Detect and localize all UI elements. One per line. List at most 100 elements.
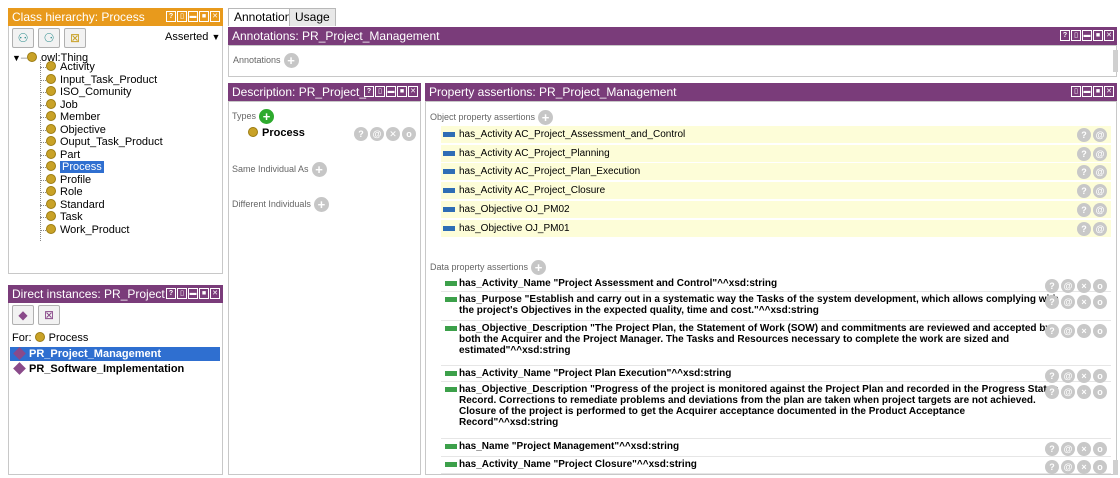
maximize-icon[interactable]: ■ bbox=[199, 11, 209, 22]
tree-item[interactable]: Process bbox=[46, 161, 104, 173]
annotate-icon[interactable]: @ bbox=[1061, 385, 1075, 399]
pin-icon[interactable]: ▯ bbox=[177, 11, 187, 22]
delete-icon[interactable]: × bbox=[1077, 279, 1091, 293]
help-icon[interactable]: ? bbox=[1077, 146, 1091, 161]
annotate-icon[interactable]: @ bbox=[1061, 442, 1075, 456]
delete-icon[interactable]: × bbox=[1077, 295, 1091, 309]
help-icon[interactable]: ? bbox=[1045, 460, 1059, 474]
data-property-row[interactable]: has_Activity_Name "Project Closure"^^xsd… bbox=[441, 458, 1111, 474]
asserted-dropdown[interactable]: Asserted ▼ bbox=[165, 31, 220, 43]
object-property-row[interactable]: has_Activity AC_Project_Assessment_and_C… bbox=[441, 126, 1111, 144]
help-icon[interactable]: ? bbox=[1045, 324, 1059, 338]
annotate-icon[interactable]: @ bbox=[1061, 295, 1075, 309]
annotate-icon[interactable]: @ bbox=[1093, 165, 1107, 180]
help-icon[interactable]: ? bbox=[166, 11, 176, 22]
tree-item[interactable]: Role bbox=[46, 186, 83, 198]
help-icon[interactable]: ? bbox=[1060, 30, 1070, 41]
pin-icon[interactable]: ▯ bbox=[177, 288, 187, 299]
delete-icon[interactable]: × bbox=[1077, 385, 1091, 399]
add-same-individual-button[interactable]: + bbox=[311, 162, 327, 177]
help-icon[interactable]: ? bbox=[1077, 221, 1091, 236]
data-property-row[interactable]: has_Activity_Name "Project Plan Executio… bbox=[441, 367, 1111, 383]
tree-item[interactable]: Activity bbox=[46, 61, 95, 73]
tree-item[interactable]: Work_Product bbox=[46, 223, 130, 236]
annotate-icon[interactable]: @ bbox=[1093, 128, 1107, 142]
edit-icon[interactable]: o bbox=[1093, 460, 1107, 474]
maximize-icon[interactable]: ■ bbox=[397, 86, 407, 97]
panel-controls[interactable]: ? ▯ ▬ ■ ✕ bbox=[1060, 30, 1114, 41]
split-icon[interactable]: ▬ bbox=[188, 288, 198, 299]
split-icon[interactable]: ▬ bbox=[188, 11, 198, 22]
instance-item[interactable]: PR_Software_Implementation bbox=[10, 362, 220, 376]
pin-icon[interactable]: ▯ bbox=[1071, 86, 1081, 97]
object-property-row[interactable]: has_Activity AC_Project_Closure? @ bbox=[441, 182, 1111, 201]
split-icon[interactable]: ▬ bbox=[1082, 86, 1092, 97]
add-sibling-button[interactable]: ⚆ bbox=[38, 28, 60, 48]
tree-item[interactable]: Part bbox=[46, 148, 80, 161]
help-icon[interactable]: ? bbox=[1045, 279, 1059, 293]
data-property-row[interactable]: has_Objective_Description "The Project P… bbox=[441, 322, 1111, 366]
collapse-icon[interactable]: ▼ bbox=[12, 53, 21, 63]
maximize-icon[interactable]: ■ bbox=[1093, 86, 1103, 97]
delete-icon[interactable]: × bbox=[1077, 442, 1091, 456]
delete-class-button[interactable]: ⊠ bbox=[64, 28, 86, 48]
annotate-icon[interactable]: @ bbox=[1061, 369, 1075, 383]
object-property-row[interactable]: has_Objective OJ_PM02? @ bbox=[441, 200, 1111, 219]
data-property-row[interactable]: has_Activity_Name "Project Assessment an… bbox=[441, 277, 1111, 293]
close-icon[interactable]: ✕ bbox=[408, 86, 418, 97]
help-icon[interactable]: ? bbox=[1045, 295, 1059, 309]
type-row[interactable]: Process ? @ ✕ o bbox=[248, 127, 418, 143]
scrollbar[interactable] bbox=[1113, 460, 1118, 475]
add-subclass-button[interactable]: ⚇ bbox=[12, 28, 34, 48]
help-icon[interactable]: ? bbox=[1045, 385, 1059, 399]
tree-item[interactable]: ISO_Comunity bbox=[46, 86, 132, 98]
pin-icon[interactable]: ▯ bbox=[375, 86, 385, 97]
annotate-icon[interactable]: @ bbox=[1093, 221, 1107, 236]
help-icon[interactable]: ? bbox=[1045, 442, 1059, 456]
annotate-icon[interactable]: @ bbox=[1093, 202, 1107, 217]
annotate-icon[interactable]: @ bbox=[370, 127, 384, 141]
panel-controls[interactable]: ▯ ▬ ■ ✕ bbox=[1071, 86, 1114, 97]
help-icon[interactable]: ? bbox=[1077, 184, 1091, 199]
help-icon[interactable]: ? bbox=[1077, 128, 1091, 142]
close-icon[interactable]: ✕ bbox=[210, 11, 220, 22]
data-property-row[interactable]: has_Name "Project Management"^^xsd:strin… bbox=[441, 440, 1111, 457]
object-property-row[interactable]: has_Objective OJ_PM01? @ bbox=[441, 219, 1111, 238]
panel-controls[interactable]: ? ▯ ▬ ■ ✕ bbox=[166, 11, 220, 22]
tree-item[interactable]: Task bbox=[46, 211, 83, 223]
add-different-individual-button[interactable]: + bbox=[313, 197, 329, 212]
split-icon[interactable]: ▬ bbox=[386, 86, 396, 97]
close-icon[interactable]: ✕ bbox=[1104, 86, 1114, 97]
tree-item[interactable]: Job bbox=[46, 98, 78, 111]
edit-icon[interactable]: o bbox=[1093, 369, 1107, 383]
close-icon[interactable]: ✕ bbox=[1104, 30, 1114, 41]
edit-icon[interactable]: o bbox=[402, 127, 416, 141]
tree-item[interactable]: Input_Task_Product bbox=[46, 73, 157, 86]
close-icon[interactable]: ✕ bbox=[210, 288, 220, 299]
help-icon[interactable]: ? bbox=[354, 127, 368, 141]
tree-item[interactable]: Profile bbox=[46, 173, 91, 186]
scrollbar[interactable] bbox=[1113, 50, 1118, 72]
add-individual-button[interactable]: ◆ bbox=[12, 305, 34, 325]
object-property-row[interactable]: has_Activity AC_Project_Planning? @ bbox=[441, 144, 1111, 163]
panel-controls[interactable]: ? ▯ ▬ ■ ✕ bbox=[364, 86, 418, 97]
help-icon[interactable]: ? bbox=[1077, 202, 1091, 217]
tree-item[interactable]: Standard bbox=[46, 198, 105, 211]
add-object-property-button[interactable]: + bbox=[538, 110, 554, 125]
edit-icon[interactable]: o bbox=[1093, 324, 1107, 338]
delete-icon[interactable]: ✕ bbox=[386, 127, 400, 141]
maximize-icon[interactable]: ■ bbox=[1093, 30, 1103, 41]
data-property-row[interactable]: has_Purpose "Establish and carry out in … bbox=[441, 293, 1111, 321]
tree-item[interactable]: Member bbox=[46, 111, 100, 123]
add-annotation-button[interactable]: + bbox=[283, 53, 299, 68]
maximize-icon[interactable]: ■ bbox=[199, 288, 209, 299]
split-icon[interactable]: ▬ bbox=[1082, 30, 1092, 41]
help-icon[interactable]: ? bbox=[1045, 369, 1059, 383]
tree-item[interactable]: Ouput_Task_Product bbox=[46, 136, 163, 148]
delete-individual-button[interactable]: ⊠ bbox=[38, 305, 60, 325]
annotate-icon[interactable]: @ bbox=[1093, 184, 1107, 199]
annotate-icon[interactable]: @ bbox=[1061, 324, 1075, 338]
edit-icon[interactable]: o bbox=[1093, 442, 1107, 456]
annotate-icon[interactable]: @ bbox=[1061, 279, 1075, 293]
help-icon[interactable]: ? bbox=[1077, 165, 1091, 180]
